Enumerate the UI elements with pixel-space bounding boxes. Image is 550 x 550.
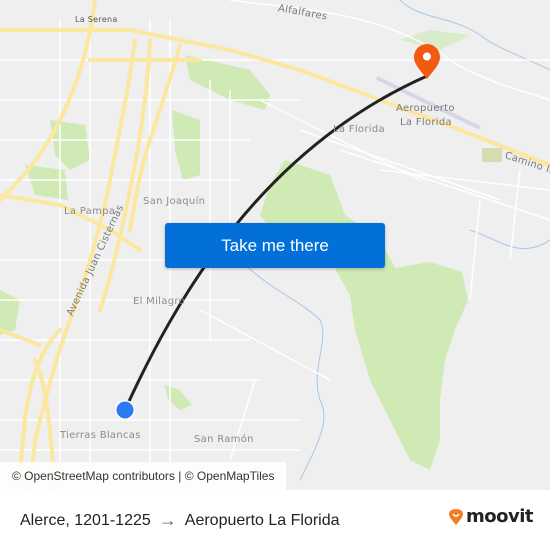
take-me-there-button[interactable]: Take me there	[165, 223, 385, 268]
park-area	[0, 290, 20, 335]
arrow-right-icon: →	[158, 510, 177, 530]
park-area	[172, 110, 200, 180]
park-area	[260, 160, 468, 470]
place-label-tierras-blancas: Tierras Blancas	[60, 430, 141, 441]
park-area	[25, 165, 68, 200]
place-label-la-serena: La Serena	[75, 15, 118, 24]
origin-label: Alerce, 1201-1225	[20, 511, 151, 529]
place-label-la-florida: La Florida	[333, 124, 385, 135]
place-label-el-milagro: El Milagro	[133, 296, 185, 307]
map-attribution[interactable]: © OpenStreetMap contributors | © OpenMap…	[0, 462, 287, 490]
park-area	[185, 55, 270, 110]
destination-label: Aeropuerto La Florida	[184, 511, 340, 529]
moovit-logo-text: moovit	[466, 506, 534, 527]
place-label-san-joaquin: San Joaquín	[143, 196, 206, 207]
origin-dot-icon[interactable]	[116, 401, 134, 419]
place-label-la-pampa: La Pampa	[64, 206, 116, 217]
map-pin-icon[interactable]	[414, 44, 440, 79]
map-view[interactable]: La Serena Alfalfares Aeropuerto La Flori…	[0, 0, 550, 490]
place-label-san-ramon: San Ramón	[194, 434, 254, 445]
river	[469, 229, 550, 250]
park-area	[165, 385, 192, 410]
field-area	[482, 148, 502, 162]
route-summary: Alerce, 1201-1225 → Aeropuerto La Florid…	[20, 510, 340, 531]
moovit-logo[interactable]: moovit	[448, 506, 534, 527]
place-label-aeropuerto-line1: Aeropuerto	[396, 103, 455, 114]
route-footer: Alerce, 1201-1225 → Aeropuerto La Florid…	[0, 490, 550, 550]
moovit-pin-icon	[449, 508, 463, 525]
place-label-aeropuerto-line2: La Florida	[400, 117, 452, 128]
